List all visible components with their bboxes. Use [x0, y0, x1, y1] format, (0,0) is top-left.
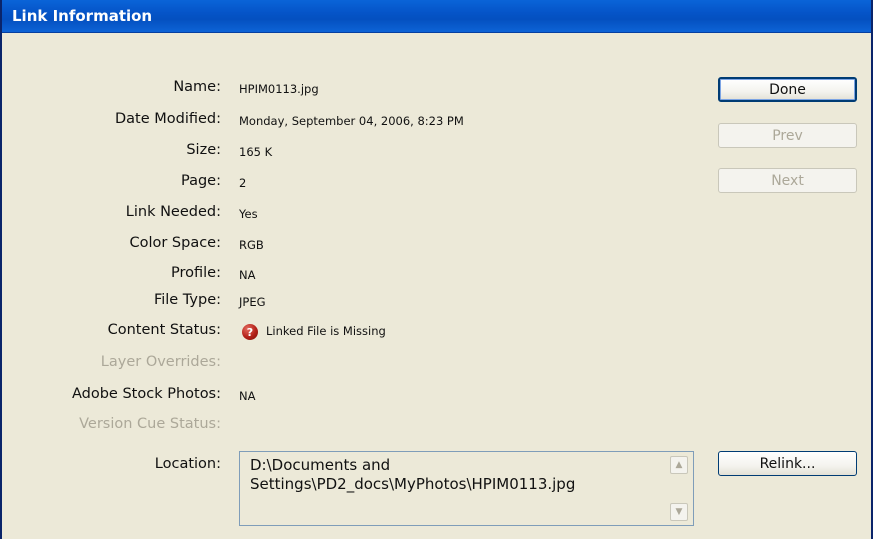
location-field[interactable]: D:\Documents and Settings\PD2_docs\MyPho…	[239, 451, 694, 526]
date-modified-value: Monday, September 04, 2006, 8:23 PM	[239, 114, 464, 128]
file-type-label: File Type:	[153, 292, 221, 308]
content-status-label: Content Status:	[107, 322, 221, 338]
prev-button[interactable]: Prev	[718, 123, 857, 148]
layer-overrides-label: Layer Overrides:	[100, 354, 221, 370]
scroll-down-icon[interactable]: ▼	[670, 503, 688, 521]
file-type-value: JPEG	[239, 295, 266, 309]
scroll-up-icon[interactable]: ▲	[670, 456, 688, 474]
dialog-title: Link Information	[12, 7, 153, 25]
content-status-value: Linked File is Missing	[266, 324, 386, 338]
location-value[interactable]: D:\Documents and Settings\PD2_docs\MyPho…	[250, 456, 670, 494]
location-label: Location:	[154, 456, 221, 472]
size-label: Size:	[186, 142, 221, 158]
color-space-label: Color Space:	[129, 235, 221, 251]
date-modified-label: Date Modified:	[114, 111, 221, 127]
color-space-value: RGB	[239, 238, 264, 252]
title-bar: Link Information	[2, 0, 871, 33]
link-information-dialog: Link Information Name: HPIM0113.jpg Date…	[0, 0, 873, 539]
name-label: Name:	[173, 79, 221, 95]
adobe-stock-value: NA	[239, 389, 256, 403]
size-value: 165 K	[239, 145, 273, 159]
relink-button[interactable]: Relink...	[718, 451, 857, 476]
version-cue-label: Version Cue Status:	[79, 416, 221, 432]
link-needed-value: Yes	[239, 207, 258, 221]
profile-value: NA	[239, 268, 256, 282]
profile-label: Profile:	[171, 265, 221, 281]
missing-link-icon: ?	[242, 324, 258, 340]
name-value: HPIM0113.jpg	[239, 82, 319, 96]
link-needed-label: Link Needed:	[125, 204, 221, 220]
page-label: Page:	[181, 173, 221, 189]
page-value: 2	[239, 176, 247, 190]
adobe-stock-label: Adobe Stock Photos:	[71, 386, 221, 402]
next-button[interactable]: Next	[718, 168, 857, 193]
done-button[interactable]: Done	[718, 77, 857, 102]
